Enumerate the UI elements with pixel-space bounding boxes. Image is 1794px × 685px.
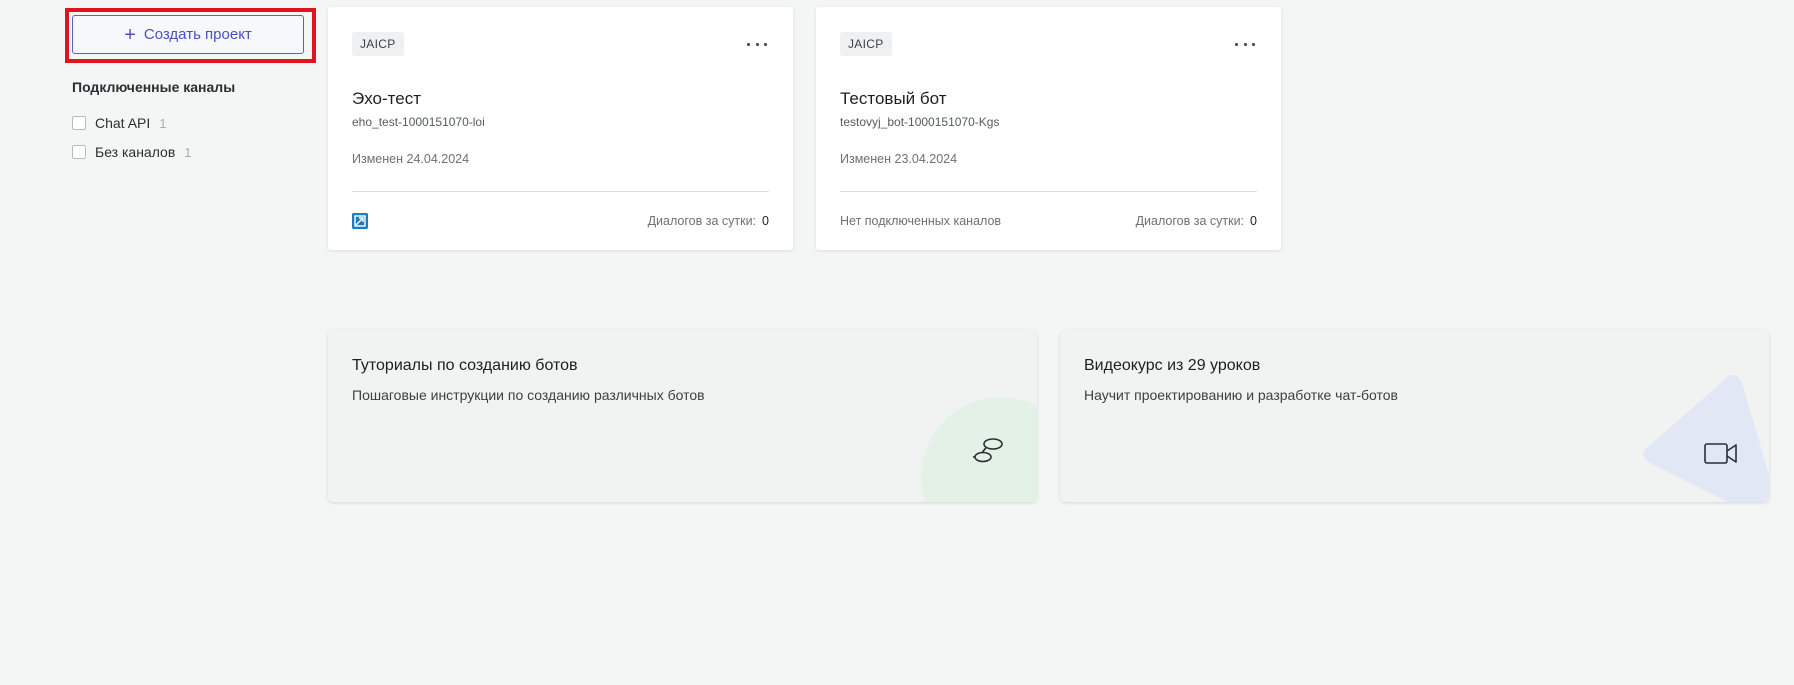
project-modified-date: Изменен 24.04.2024 bbox=[352, 152, 470, 166]
channel-filter-no-channels[interactable]: Без каналов 1 bbox=[72, 144, 192, 160]
create-project-button[interactable]: + Создать проект bbox=[72, 15, 304, 54]
project-modified-date: Изменен 23.04.2024 bbox=[840, 152, 958, 166]
project-name[interactable]: Эхо-тест bbox=[352, 89, 421, 109]
channel-filter-count: 1 bbox=[184, 144, 192, 160]
more-options-icon[interactable] bbox=[1235, 37, 1255, 51]
channel-filter-label: Без каналов bbox=[95, 144, 176, 160]
promo-description: Научит проектированию и разработке чат-б… bbox=[1084, 387, 1398, 403]
video-camera-icon bbox=[1704, 443, 1737, 464]
promo-description: Пошаговые инструкции по созданию различн… bbox=[352, 387, 705, 403]
more-options-icon[interactable] bbox=[747, 37, 767, 51]
dialogs-per-day-count: 0 bbox=[762, 214, 769, 228]
footsteps-icon bbox=[973, 438, 1003, 463]
project-name[interactable]: Тестовый бот bbox=[840, 89, 947, 109]
promo-title: Туториалы по созданию ботов bbox=[352, 357, 578, 374]
tutorials-promo-card[interactable]: Туториалы по созданию ботов Пошаговые ин… bbox=[328, 330, 1037, 502]
dialogs-per-day-label: Диалогов за сутки: bbox=[647, 214, 757, 228]
create-project-label: Создать проект bbox=[143, 26, 252, 43]
dialogs-per-day: Диалогов за сутки: 0 bbox=[648, 214, 769, 228]
video-course-promo-card[interactable]: Видеокурс из 29 уроков Научит проектиров… bbox=[1060, 330, 1769, 502]
checkbox[interactable] bbox=[72, 116, 86, 130]
chat-api-icon bbox=[352, 213, 368, 229]
projects-page: + Создать проект Подключенные каналы Cha… bbox=[0, 0, 1794, 685]
card-divider bbox=[840, 191, 1257, 192]
connected-channels-title: Подключенные каналы bbox=[72, 79, 236, 95]
dialogs-per-day-label: Диалогов за сутки: bbox=[1135, 214, 1245, 228]
project-type-badge: JAICP bbox=[352, 32, 404, 56]
checkbox[interactable] bbox=[72, 145, 86, 159]
no-channels-text: Нет подключенных каналов bbox=[840, 214, 1002, 228]
plus-icon: + bbox=[124, 23, 136, 46]
channel-filter-label: Chat API bbox=[95, 115, 151, 131]
card-divider bbox=[352, 191, 769, 192]
project-type-badge: JAICP bbox=[840, 32, 892, 56]
promo-title: Видеокурс из 29 уроков bbox=[1084, 357, 1261, 374]
promo-decoration bbox=[1643, 375, 1769, 502]
project-id: testovyj_bot-1000151070-Kgs bbox=[840, 115, 1000, 129]
dialogs-per-day-count: 0 bbox=[1250, 214, 1257, 228]
project-card[interactable]: JAICP Тестовый бот testovyj_bot-10001510… bbox=[816, 7, 1281, 250]
project-card[interactable]: JAICP Эхо-тест eho_test-1000151070-loi И… bbox=[328, 7, 793, 250]
channel-filter-chat-api[interactable]: Chat API 1 bbox=[72, 115, 167, 131]
dialogs-per-day: Диалогов за сутки: 0 bbox=[1136, 214, 1257, 228]
project-id: eho_test-1000151070-loi bbox=[352, 115, 485, 129]
channel-filter-count: 1 bbox=[159, 115, 167, 131]
